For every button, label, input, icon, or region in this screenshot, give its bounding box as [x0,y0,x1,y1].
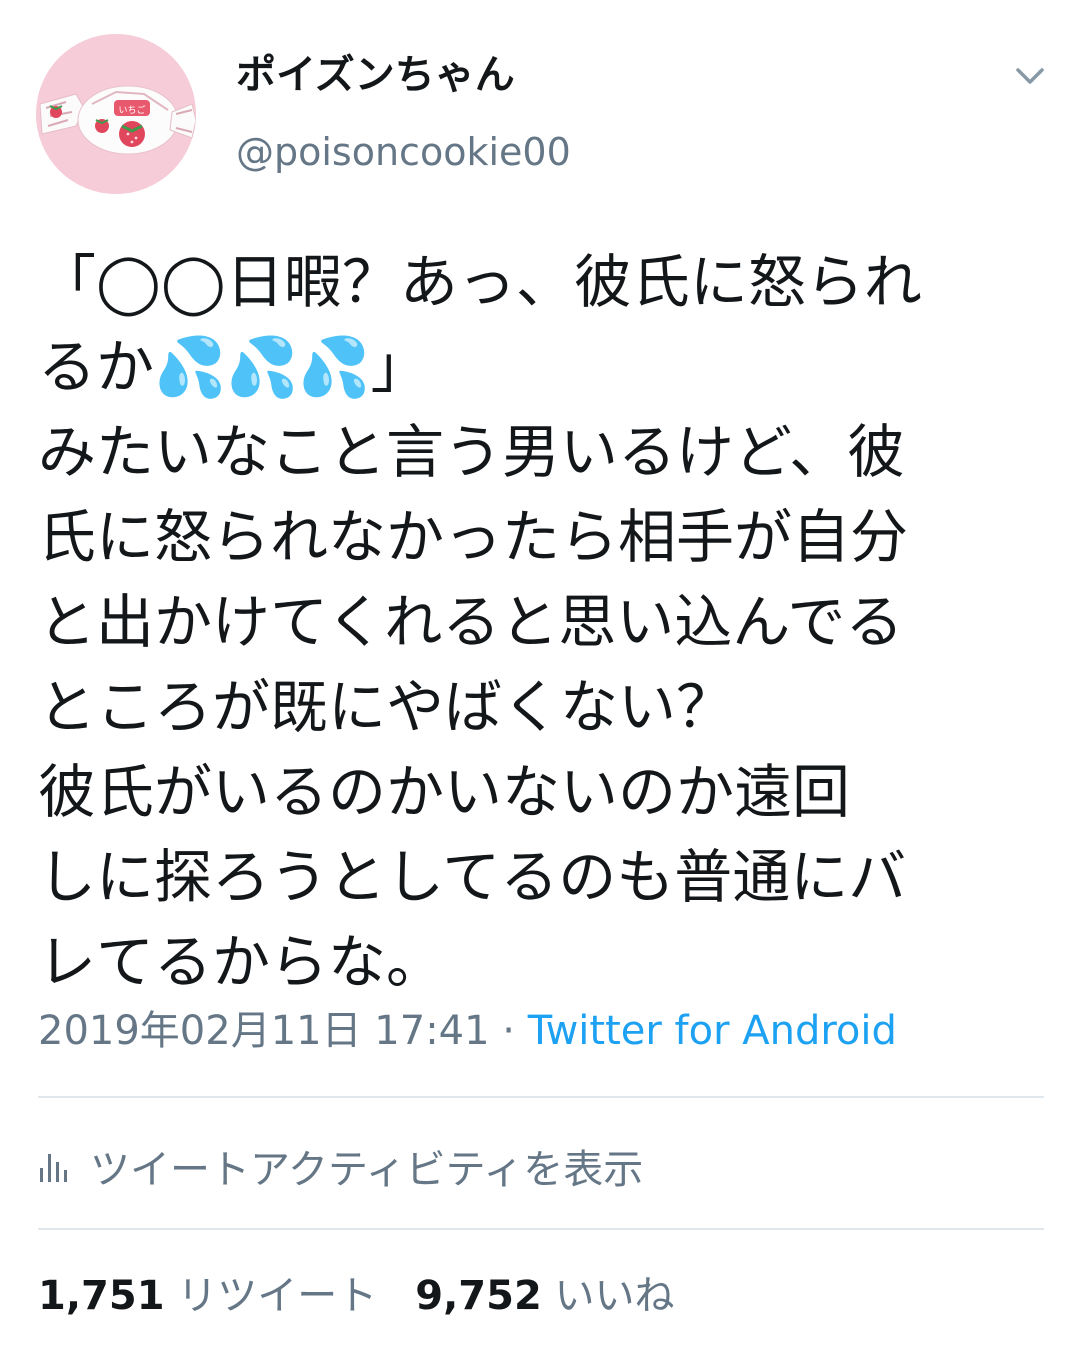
tweet-text-line: ところが既にやばくない？ [38,673,735,741]
like-count: 9,752 [415,1273,542,1319]
like-label: いいね [554,1273,675,1319]
tweet-text-line: と出かけてくれると思い込んでる [38,588,904,656]
source-link[interactable]: Twitter for Android [528,1008,897,1054]
tweet-text-line: みたいなこと言う男いるけど、彼 [38,418,906,486]
tweet-text-line: るか💦💦💦」 [38,333,429,401]
tweet-text-line: 氏に怒られなかったら相手が自分 [38,503,909,571]
retweet-label: リツイート [177,1273,378,1319]
tweet-meta: 2019年02月11日 17:41 · Twitter for Android [38,1006,897,1056]
tweet-text: 「◯◯日暇？あっ、彼氏に怒られ るか💦💦💦」 みたいなこと言う男いるけど、彼 氏… [38,240,1038,1005]
chevron-down-icon[interactable] [1012,62,1048,90]
tweet-activity-link[interactable]: ツイートアクティビティを表示 [38,1138,643,1194]
retweet-stat[interactable]: 1,751 リツイート [38,1273,377,1319]
timestamp[interactable]: 2019年02月11日 17:41 [38,1008,490,1054]
divider [38,1228,1044,1230]
retweet-count: 1,751 [38,1273,165,1319]
like-stat[interactable]: 9,752 いいね [415,1273,674,1319]
bar-chart-icon [40,1154,67,1182]
tweet-text-line: 彼氏がいるのかいないのか遠回 [38,758,851,826]
tweet-text-line: レてるからな。 [38,928,445,996]
tweet-text-line: 「◯◯日暇？あっ、彼氏に怒られ [38,248,922,316]
user-handle[interactable]: @poisoncookie00 [236,128,571,176]
tweet-text-line: しに探ろうとしてるのも普通にバ [38,843,907,911]
divider [38,1096,1044,1098]
display-name[interactable]: ポイズンちゃん [236,50,515,100]
activity-label: ツイートアクティビティを表示 [90,1147,644,1193]
strawberry-candy-avatar-image: いちご [36,34,196,194]
avatar[interactable]: いちご [36,34,196,194]
meta-separator: · [489,1008,528,1054]
tweet-stats: 1,751 リツイート 9,752 いいね [38,1270,675,1322]
svg-text:いちご: いちご [118,104,145,116]
